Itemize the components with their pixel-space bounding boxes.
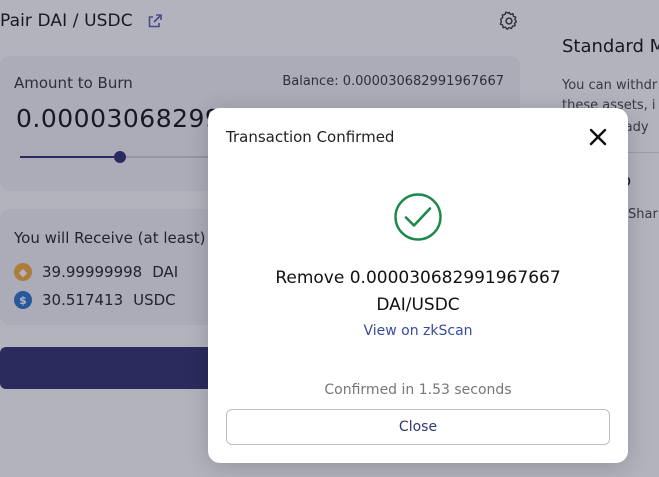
close-button[interactable]: Close [226,409,610,445]
view-on-zkscan-link[interactable]: View on zkScan [208,323,628,339]
check-circle-icon [393,192,443,242]
transaction-confirmed-modal: Transaction Confirmed Remove 0.000030682… [208,108,628,463]
modal-title: Transaction Confirmed [226,128,395,146]
confirmation-time: Confirmed in 1.53 seconds [324,382,512,398]
close-icon[interactable] [588,127,608,147]
result-amount: Remove 0.000030682991967667 [275,268,561,288]
result-pair: DAI/USDC [376,295,460,315]
